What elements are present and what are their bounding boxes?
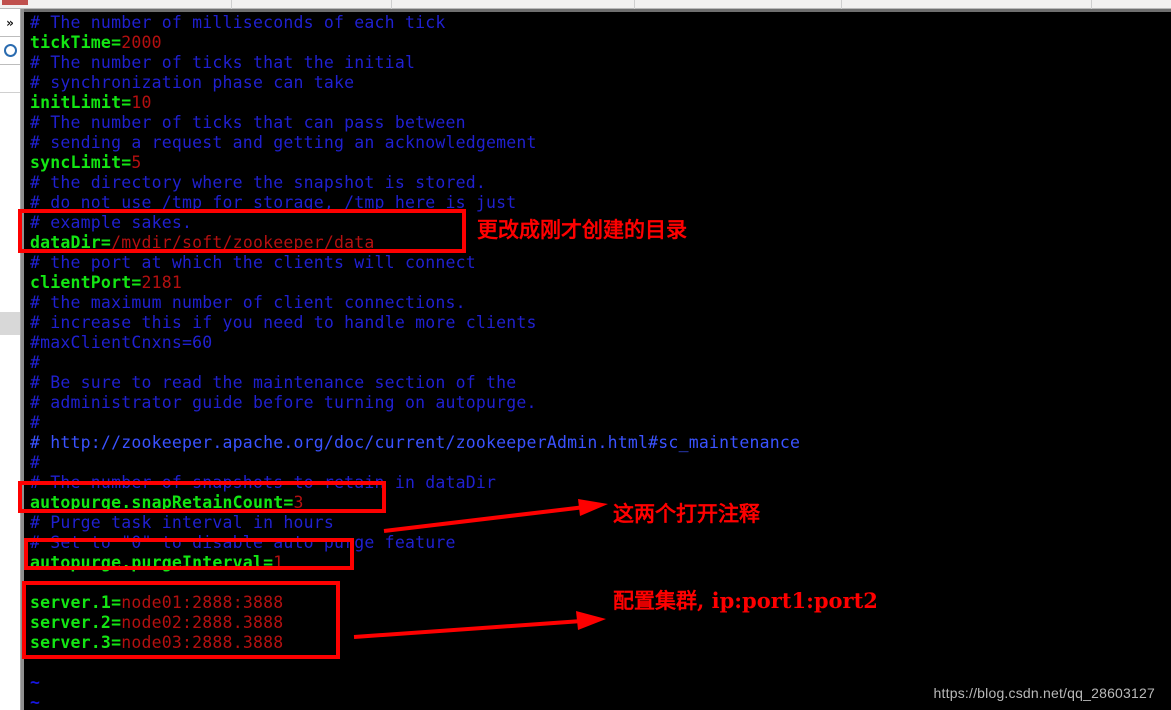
terminal-line: autopurge.purgeInterval=1 bbox=[30, 553, 1171, 573]
terminal-line: # do not use /tmp for storage, /tmp here… bbox=[30, 193, 1171, 213]
terminal-line: # The number of snapshots to retain in d… bbox=[30, 473, 1171, 493]
terminal-line: # synchronization phase can take bbox=[30, 73, 1171, 93]
comment-line: # Be sure to read the maintenance sectio… bbox=[30, 373, 517, 392]
terminal-line: tickTime=2000 bbox=[30, 33, 1171, 53]
config-value: 1 bbox=[273, 553, 284, 572]
config-key: server.1= bbox=[30, 593, 122, 612]
terminal-line: # http://zookeeper.apache.org/doc/curren… bbox=[30, 433, 1171, 453]
comment-line: # the port at which the clients will con… bbox=[30, 253, 476, 272]
comment-line: # increase this if you need to handle mo… bbox=[30, 313, 537, 332]
annotation-note-autopurge: 这两个打开注释 bbox=[613, 501, 760, 526]
toolbar-divider bbox=[391, 0, 392, 9]
terminal-line: server.2=node02:2888.3888 bbox=[30, 613, 1171, 633]
terminal-line: # Be sure to read the maintenance sectio… bbox=[30, 373, 1171, 393]
terminal-line: # the directory where the snapshot is st… bbox=[30, 173, 1171, 193]
config-key: dataDir= bbox=[30, 233, 112, 252]
config-key: syncLimit= bbox=[30, 153, 132, 172]
comment-line: # bbox=[30, 413, 41, 432]
comment-line: # bbox=[30, 353, 41, 372]
watermark-url: https://blog.csdn.net/qq_28603127 bbox=[933, 685, 1155, 701]
screenshot-root: » # The number of milliseconds of each t… bbox=[0, 0, 1171, 710]
terminal-line: clientPort=2181 bbox=[30, 273, 1171, 293]
config-key: clientPort= bbox=[30, 273, 142, 292]
terminal-line: #maxClientCnxns=60 bbox=[30, 333, 1171, 353]
terminal-line: # the maximum number of client connectio… bbox=[30, 293, 1171, 313]
comment-line: # do not use /tmp for storage, /tmp here… bbox=[30, 193, 517, 212]
comment-line: # sending a request and getting an ackno… bbox=[30, 133, 537, 152]
toolbar-divider bbox=[634, 0, 635, 9]
sidebar-item-blank[interactable] bbox=[0, 65, 20, 93]
circle-icon bbox=[3, 44, 17, 57]
terminal-line: # increase this if you need to handle mo… bbox=[30, 313, 1171, 333]
comment-line: # synchronization phase can take bbox=[30, 73, 355, 92]
terminal-line: # bbox=[30, 453, 1171, 473]
terminal-line: # The number of ticks that the initial bbox=[30, 53, 1171, 73]
config-key: tickTime= bbox=[30, 33, 122, 52]
terminal-line: # administrator guide before turning on … bbox=[30, 393, 1171, 413]
config-key: initLimit= bbox=[30, 93, 132, 112]
comment-line: # bbox=[30, 453, 41, 472]
terminal-line: # bbox=[30, 413, 1171, 433]
sidebar-scroll-thumb[interactable] bbox=[0, 312, 20, 335]
terminal-text-area[interactable]: # The number of milliseconds of each tic… bbox=[30, 13, 1171, 710]
annotation-note-datadir: 更改成刚才创建的目录 bbox=[477, 217, 687, 242]
config-value: 10 bbox=[131, 93, 152, 112]
config-key: autopurge.snapRetainCount= bbox=[30, 493, 294, 512]
terminal-title-bar bbox=[24, 9, 1171, 12]
sidebar-item-status[interactable] bbox=[0, 37, 20, 65]
terminal-line: # The number of ticks that can pass betw… bbox=[30, 113, 1171, 133]
config-key: autopurge.purgeInterval= bbox=[30, 553, 274, 572]
config-key: server.2= bbox=[30, 613, 122, 632]
toolbar-active-tab-indicator[interactable] bbox=[2, 0, 28, 5]
app-toolbar bbox=[0, 0, 1171, 9]
comment-line: # the directory where the snapshot is st… bbox=[30, 173, 487, 192]
terminal-line: autopurge.snapRetainCount=3 bbox=[30, 493, 1171, 513]
terminal-line: # bbox=[30, 353, 1171, 373]
terminal-line: # the port at which the clients will con… bbox=[30, 253, 1171, 273]
comment-line: #maxClientCnxns=60 bbox=[30, 333, 213, 352]
chevron-right-double-icon: » bbox=[6, 15, 14, 30]
comment-line: # Set to "0" to disable auto purge featu… bbox=[30, 533, 456, 552]
terminal-line: initLimit=10 bbox=[30, 93, 1171, 113]
config-value: 5 bbox=[131, 153, 142, 172]
config-value: 3 bbox=[293, 493, 304, 512]
comment-line: # The number of ticks that the initial bbox=[30, 53, 416, 72]
config-value: 2181 bbox=[141, 273, 183, 292]
comment-url-line: # http://zookeeper.apache.org/doc/curren… bbox=[30, 433, 801, 452]
comment-line: # The number of ticks that can pass betw… bbox=[30, 113, 466, 132]
sidebar-expand-button[interactable]: » bbox=[0, 9, 20, 37]
terminal-line: syncLimit=5 bbox=[30, 153, 1171, 173]
config-value: node01:2888:3888 bbox=[121, 593, 284, 612]
comment-line: # The number of snapshots to retain in d… bbox=[30, 473, 497, 492]
comment-line: # example sakes. bbox=[30, 213, 193, 232]
config-value: 2000 bbox=[121, 33, 162, 52]
config-key: server.3= bbox=[30, 633, 122, 652]
terminal-line: server.1=node01:2888:3888 bbox=[30, 593, 1171, 613]
terminal-line: # Purge task interval in hours bbox=[30, 513, 1171, 533]
terminal-line: # Set to "0" to disable auto purge featu… bbox=[30, 533, 1171, 553]
terminal-line: server.3=node03:2888.3888 bbox=[30, 633, 1171, 653]
config-value: /mydir/soft/zookeeper/data bbox=[111, 233, 375, 252]
terminal-window[interactable]: # The number of milliseconds of each tic… bbox=[21, 9, 1171, 710]
comment-line: # administrator guide before turning on … bbox=[30, 393, 537, 412]
left-sidebar: » bbox=[0, 9, 21, 710]
comment-line: # the maximum number of client connectio… bbox=[30, 293, 466, 312]
vim-empty-line-marker: ~ bbox=[30, 673, 41, 692]
comment-line: # The number of milliseconds of each tic… bbox=[30, 13, 446, 32]
comment-line: # Purge task interval in hours bbox=[30, 513, 335, 532]
terminal-line: # The number of milliseconds of each tic… bbox=[30, 13, 1171, 33]
toolbar-divider bbox=[841, 0, 842, 9]
config-value: node02:2888.3888 bbox=[121, 613, 284, 632]
toolbar-divider bbox=[231, 0, 232, 9]
vim-empty-line-marker: ~ bbox=[30, 693, 41, 710]
annotation-note-servers: 配置集群, ip:port1:port2 bbox=[613, 588, 878, 613]
terminal-line: # sending a request and getting an ackno… bbox=[30, 133, 1171, 153]
config-value: node03:2888.3888 bbox=[121, 633, 284, 652]
toolbar-divider bbox=[1091, 0, 1092, 9]
